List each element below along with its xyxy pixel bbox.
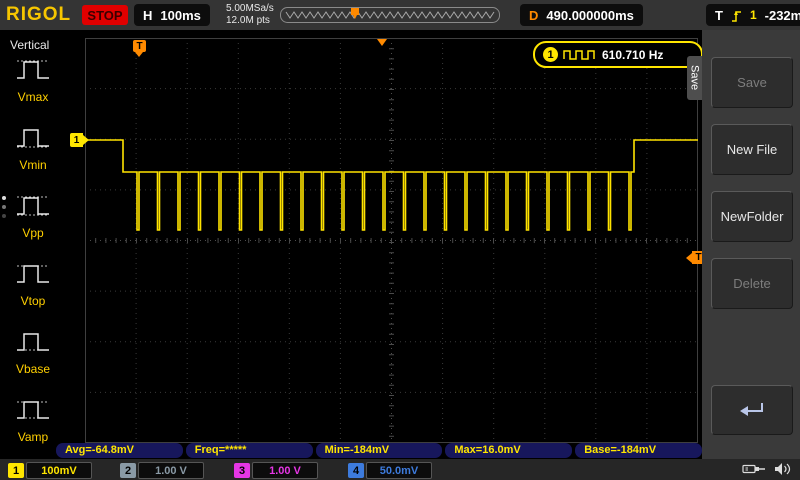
measurement-label: Vpp bbox=[8, 226, 58, 240]
trigger-position-flag: T bbox=[133, 40, 146, 52]
page-dot bbox=[2, 196, 6, 200]
sample-rate-value: 5.00MSa/s bbox=[226, 3, 274, 15]
top-status-bar: RIGOL STOP H 100ms 5.00MSa/s 12.0M pts D… bbox=[0, 0, 800, 30]
softkey-menu: Save New File NewFolder Delete bbox=[702, 30, 800, 459]
measurement-label: Vmax bbox=[8, 90, 58, 104]
channel-4-scale: 50.0mV bbox=[366, 462, 432, 479]
channel-3-scale: 1.00 V bbox=[252, 462, 318, 479]
vpp-icon bbox=[15, 191, 51, 219]
usb-icon bbox=[742, 461, 766, 477]
new-folder-button[interactable]: NewFolder bbox=[711, 191, 793, 242]
sidebar-item-vmax[interactable]: Vmax bbox=[8, 55, 58, 115]
square-wave-icon bbox=[563, 49, 597, 61]
vmax-icon bbox=[15, 55, 51, 83]
measurement-readouts: Avg=-64.8mV Freq=***** Min=-184mV Max=16… bbox=[56, 443, 702, 458]
measurement-readout: Max=16.0mV bbox=[445, 443, 572, 458]
channel-4-badge: 4 bbox=[348, 463, 364, 478]
trigger-position-icon bbox=[351, 8, 359, 15]
memory-waveform bbox=[286, 12, 494, 18]
measurement-label: Vtop bbox=[8, 294, 58, 308]
channel-1-badge: 1 bbox=[8, 463, 24, 478]
channel-4-status[interactable]: 4 50.0mV bbox=[348, 462, 432, 479]
vtop-icon bbox=[15, 259, 51, 287]
sidebar-item-vpp[interactable]: Vpp bbox=[8, 191, 58, 251]
speaker-icon bbox=[774, 461, 792, 477]
oscilloscope-screen: RIGOL STOP H 100ms 5.00MSa/s 12.0M pts D… bbox=[0, 0, 800, 480]
measurement-label: Vamp bbox=[8, 430, 58, 444]
horizontal-label: H bbox=[143, 8, 152, 23]
measurement-label: Vbase bbox=[8, 362, 58, 376]
menu-tab-save: Save bbox=[687, 56, 702, 100]
hardware-status-icons bbox=[742, 461, 792, 477]
menu-page-indicator bbox=[2, 196, 6, 218]
channel-2-status[interactable]: 2 1.00 V bbox=[120, 462, 204, 479]
return-button[interactable] bbox=[711, 385, 793, 435]
sidebar-item-vbase[interactable]: Vbase bbox=[8, 327, 58, 387]
timebase-value: 100ms bbox=[160, 8, 200, 23]
save-button[interactable]: Save bbox=[711, 57, 793, 108]
trigger-box: T 1 -232mV bbox=[706, 4, 800, 26]
trigger-label: T bbox=[715, 8, 723, 23]
channel-3-status[interactable]: 3 1.00 V bbox=[234, 462, 318, 479]
measurement-readout: Freq=***** bbox=[186, 443, 313, 458]
delay-value: 490.000000ms bbox=[546, 8, 633, 23]
delay-label: D bbox=[529, 8, 538, 23]
vmin-icon bbox=[15, 123, 51, 151]
frequency-counter-badge: 1 610.710 Hz bbox=[533, 41, 703, 68]
run-state-badge: STOP bbox=[82, 5, 128, 25]
channel-1-status[interactable]: 1 100mV bbox=[8, 462, 92, 479]
new-file-button[interactable]: New File bbox=[711, 124, 793, 175]
page-dot bbox=[2, 205, 6, 209]
trigger-edge-icon bbox=[731, 9, 742, 22]
delay-box: D 490.000000ms bbox=[520, 4, 643, 26]
sidebar-item-vtop[interactable]: Vtop bbox=[8, 259, 58, 319]
measurement-readout: Base=-184mV bbox=[575, 443, 702, 458]
page-dot bbox=[2, 214, 6, 218]
measurement-sidebar: Vertical Vmax Vmin Vpp bbox=[0, 30, 84, 443]
measurement-label: Vmin bbox=[8, 158, 58, 172]
trigger-source: 1 bbox=[750, 8, 757, 22]
sidebar-item-vamp[interactable]: Vamp bbox=[8, 395, 58, 455]
channel-1-scale: 100mV bbox=[26, 462, 92, 479]
vamp-icon bbox=[15, 395, 51, 423]
acquisition-info: 5.00MSa/s 12.0M pts bbox=[226, 3, 274, 27]
delete-button[interactable]: Delete bbox=[711, 258, 793, 309]
trigger-delay-indicator bbox=[377, 39, 387, 46]
vbase-icon bbox=[15, 327, 51, 355]
return-arrow-icon bbox=[738, 400, 766, 420]
measurement-readout: Min=-184mV bbox=[316, 443, 443, 458]
trigger-level-value: -232mV bbox=[765, 8, 800, 23]
channel-status-bar: 1 100mV 2 1.00 V 3 1.00 V 4 50.0mV bbox=[0, 459, 800, 480]
horizontal-timebase-box: H 100ms bbox=[134, 4, 210, 26]
channel-3-badge: 3 bbox=[234, 463, 250, 478]
scope-display bbox=[85, 38, 698, 443]
sidebar-item-vmin[interactable]: Vmin bbox=[8, 123, 58, 183]
sidebar-title: Vertical bbox=[10, 38, 49, 52]
freq-counter-value: 610.710 Hz bbox=[602, 48, 663, 62]
measurement-readout: Avg=-64.8mV bbox=[56, 443, 183, 458]
channel-2-scale: 1.00 V bbox=[138, 462, 204, 479]
memory-waveform-strip bbox=[280, 6, 500, 24]
graticule bbox=[85, 38, 698, 443]
channel1-level-marker: 1 bbox=[70, 133, 83, 147]
brand-logo: RIGOL bbox=[6, 4, 71, 26]
memory-depth-value: 12.0M pts bbox=[226, 15, 274, 27]
freq-counter-channel: 1 bbox=[543, 47, 558, 62]
channel-2-badge: 2 bbox=[120, 463, 136, 478]
